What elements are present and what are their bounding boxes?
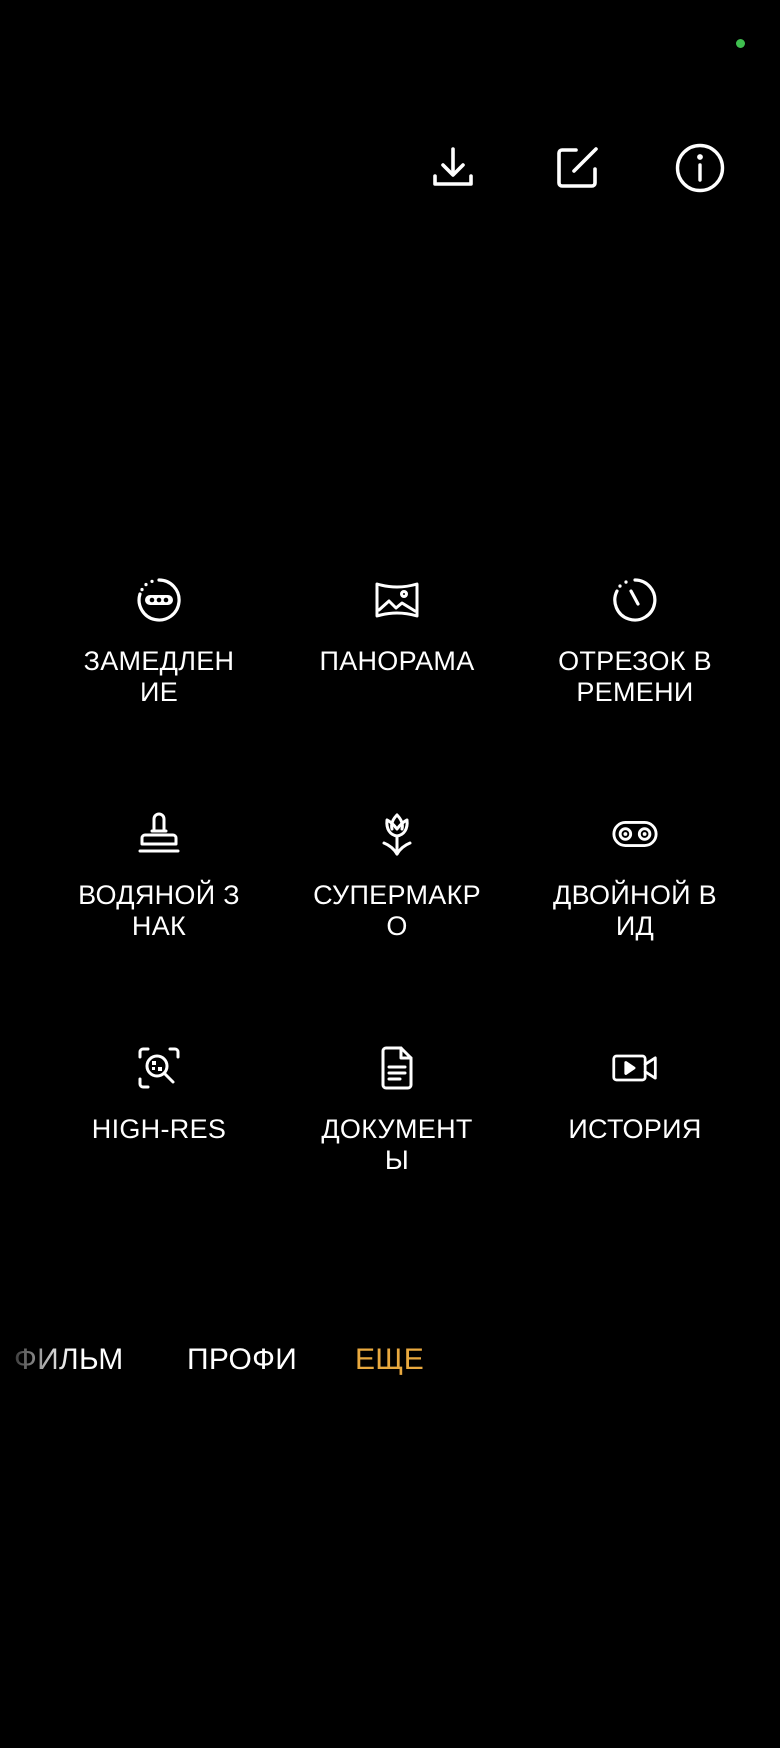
mode-panorama[interactable]: ПАНОРАМА	[278, 576, 516, 677]
mode-row: ЗАМЕДЛЕНИЕ ПАНОРАМА ОТРЕЗОК ВРЕМЕНИ	[40, 576, 754, 810]
slow-motion-icon	[135, 576, 183, 624]
download-icon	[433, 147, 473, 186]
mode-label: ЗАМЕДЛЕНИЕ	[83, 646, 235, 707]
edit-icon	[557, 147, 598, 188]
top-action-bar	[0, 140, 780, 196]
mode-label: ДВОЙНОЙ ВИД	[553, 880, 717, 941]
download-button[interactable]	[425, 140, 481, 196]
mode-label: ИСТОРИЯ	[568, 1114, 702, 1144]
mode-label: ВОДЯНОЙ ЗНАК	[78, 880, 240, 941]
mode-high-res[interactable]: HIGH-RES	[40, 1044, 278, 1145]
mode-time-lapse[interactable]: ОТРЕЗОК ВРЕМЕНИ	[516, 576, 754, 708]
mode-tab-pro[interactable]: ПРОФИ	[187, 1338, 297, 1382]
mode-label: ОТРЕЗОК ВРЕМЕНИ	[558, 646, 712, 707]
dual-view-icon	[611, 810, 659, 858]
camera-mode-strip: ФИЛЬМ ПРОФИ ЕЩЕ	[0, 1338, 780, 1382]
mode-label: HIGH-RES	[91, 1114, 227, 1144]
mode-label: ДОКУМЕНТЫ	[321, 1114, 473, 1175]
mode-label: СУПЕРМАКРО	[313, 880, 481, 941]
panorama-icon	[373, 576, 421, 624]
status-indicator-dot	[736, 39, 745, 48]
time-lapse-icon	[611, 576, 659, 624]
mode-row: ВОДЯНОЙ ЗНАК СУПЕРМАКРО ДВОЙНОЙ ВИД	[40, 810, 754, 1044]
edit-button[interactable]	[549, 140, 605, 196]
info-button[interactable]	[672, 140, 728, 196]
mode-tab-more[interactable]: ЕЩЕ	[355, 1338, 424, 1382]
mode-dual-view[interactable]: ДВОЙНОЙ ВИД	[516, 810, 754, 942]
mode-row: HIGH-RES ДОКУМЕНТЫ ИСТОРИЯ	[40, 1044, 754, 1278]
high-res-icon	[135, 1044, 183, 1092]
info-icon	[675, 143, 725, 193]
mode-story[interactable]: ИСТОРИЯ	[516, 1044, 754, 1145]
super-macro-flower-icon	[373, 810, 421, 858]
document-icon	[373, 1044, 421, 1092]
mode-super-macro[interactable]: СУПЕРМАКРО	[278, 810, 516, 942]
mode-tab-film[interactable]: ФИЛЬМ	[14, 1338, 124, 1382]
mode-documents[interactable]: ДОКУМЕНТЫ	[278, 1044, 516, 1176]
mode-watermark[interactable]: ВОДЯНОЙ ЗНАК	[40, 810, 278, 942]
mode-slow-motion[interactable]: ЗАМЕДЛЕНИЕ	[40, 576, 278, 708]
watermark-stamp-icon	[135, 810, 183, 858]
mode-label: ПАНОРАМА	[319, 646, 475, 676]
mode-grid: ЗАМЕДЛЕНИЕ ПАНОРАМА ОТРЕЗОК ВРЕМЕНИ ВОДЯ…	[40, 576, 754, 1278]
story-video-icon	[611, 1044, 659, 1092]
